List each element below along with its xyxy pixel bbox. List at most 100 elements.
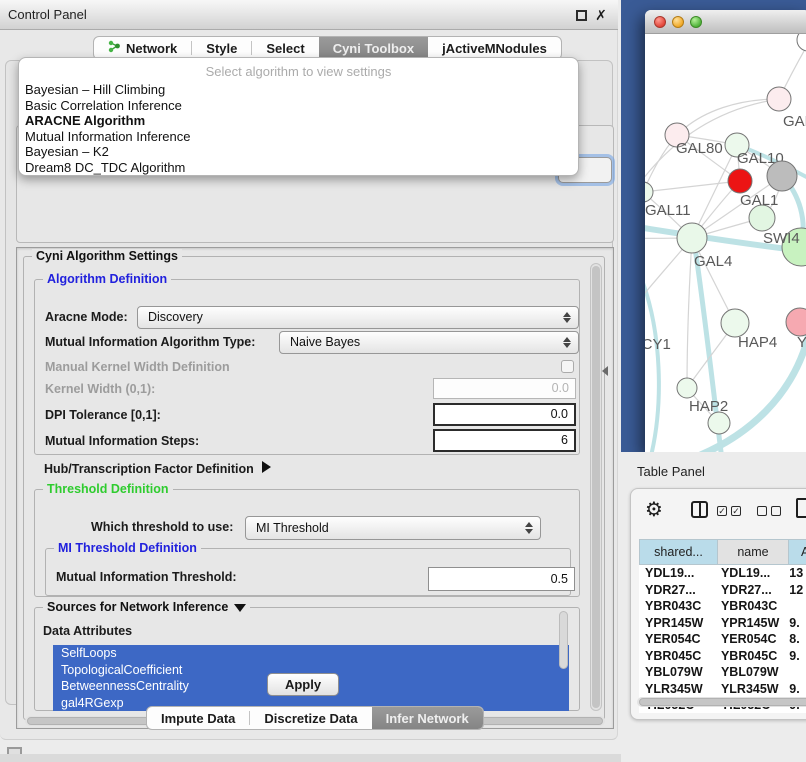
tab-label: jActiveMNodules xyxy=(442,41,547,56)
table-row[interactable]: YER054CYER054C8. xyxy=(639,631,806,648)
table-row[interactable]: YBR045CYBR045C9. xyxy=(639,648,806,665)
tab-cyni-toolbox[interactable]: Cyni Toolbox xyxy=(319,37,428,59)
network-node-y[interactable] xyxy=(786,308,806,336)
network-node-label: GAL1 xyxy=(740,192,778,209)
apply-button[interactable]: Apply xyxy=(267,673,339,696)
mi-type-combobox[interactable]: Naive Bayes xyxy=(279,331,579,354)
table-row[interactable]: YLR345WYLR345W9. xyxy=(639,681,806,698)
network-node-label: GAL xyxy=(783,113,806,130)
table-cell: 13 xyxy=(783,565,806,582)
dropdown-item[interactable]: Mutual Information Inference xyxy=(19,129,578,145)
network-node-label: GAL4 xyxy=(694,253,732,270)
network-node-label: GCY1 xyxy=(645,336,671,353)
attributes-scrollbar[interactable] xyxy=(559,611,568,669)
tab-style[interactable]: Style xyxy=(192,37,251,59)
table-row[interactable]: YPR145WYPR145W9. xyxy=(639,615,806,632)
table-row[interactable]: YBL079WYBL079W xyxy=(639,664,806,681)
column-header[interactable]: shared... xyxy=(639,539,718,565)
table-row[interactable]: YBR043CYBR043C xyxy=(639,598,806,615)
column-header[interactable]: A xyxy=(789,539,806,565)
mi-type-value: Naive Bayes xyxy=(290,335,360,349)
aracne-mode-combobox[interactable]: Discovery xyxy=(137,306,579,329)
table-row[interactable]: YDL19...YDL19...13 xyxy=(639,565,806,582)
collapse-arrow-icon xyxy=(234,604,246,612)
attribute-list-item[interactable]: SelfLoops xyxy=(53,645,569,662)
tab-impute-data[interactable]: Impute Data xyxy=(147,707,249,729)
algorithm-dropdown: Select algorithm to view settings Bayesi… xyxy=(18,57,579,176)
minimize-traffic-light-icon[interactable] xyxy=(672,16,684,28)
network-node[interactable] xyxy=(708,412,730,434)
settings-scroll-pane: Cyni Algorithm Settings Algorithm Defini… xyxy=(16,247,614,729)
tab-label: Impute Data xyxy=(161,711,235,726)
tab-jactivemnodules[interactable]: jActiveMNodules xyxy=(428,37,561,59)
table-cell: 12 xyxy=(783,582,806,599)
mi-threshold-field[interactable]: 0.5 xyxy=(428,567,575,591)
restore-window-icon[interactable] xyxy=(576,10,587,21)
table-body: YDL19...YDL19...13YDR27...YDR27...12YBR0… xyxy=(639,565,806,713)
table-panel: Table Panel ⚙ ✓ ✓ shared...nameA YDL19..… xyxy=(621,452,806,762)
mi-threshold-label: Mutual Information Threshold: xyxy=(56,570,237,584)
network-node[interactable] xyxy=(767,161,797,191)
tab-label: Infer Network xyxy=(386,711,469,726)
table-cell: YDR27... xyxy=(715,582,783,599)
network-node-hap2[interactable] xyxy=(677,378,697,398)
dpi-tolerance-field[interactable]: 0.0 xyxy=(433,403,576,426)
zoom-traffic-light-icon[interactable] xyxy=(690,16,702,28)
mi-threshold-group-title: MI Threshold Definition xyxy=(54,541,201,556)
table-horizontal-scrollbar[interactable] xyxy=(637,697,806,707)
tab-discretize-data[interactable]: Discretize Data xyxy=(250,707,371,729)
which-threshold-combobox[interactable]: MI Threshold xyxy=(245,516,541,540)
network-node-hap4[interactable] xyxy=(721,309,749,337)
sources-title-row[interactable]: Sources for Network Inference xyxy=(43,600,250,615)
threshold-definition-title: Threshold Definition xyxy=(43,482,173,497)
split-pane-collapse-icon[interactable] xyxy=(602,366,608,376)
tab-label: Style xyxy=(206,41,237,56)
network-view-panel: GALGAL80GAL10GAL1GAL11SWI4GAL4GCY1HAP4YH… xyxy=(621,0,806,452)
deselect-all-icon[interactable] xyxy=(757,506,767,516)
kernel-width-field[interactable]: 0.0 xyxy=(433,378,576,399)
dropdown-item[interactable]: Dream8 DC_TDC Algorithm xyxy=(19,160,578,176)
column-header[interactable]: name xyxy=(718,539,789,565)
network-node-label: HAP4 xyxy=(738,334,777,351)
network-node-gal4[interactable] xyxy=(677,223,707,253)
deselect-all-icon[interactable] xyxy=(771,506,781,516)
table-cell: YDL19... xyxy=(715,565,783,582)
column-layout-icon[interactable] xyxy=(691,501,708,518)
network-node-label: SWI4 xyxy=(763,230,800,247)
table-cell: YLR345W xyxy=(639,681,715,698)
network-node-label: Y xyxy=(797,334,806,351)
network-node[interactable] xyxy=(797,34,806,51)
data-attributes-label: Data Attributes xyxy=(43,624,132,638)
mi-steps-field[interactable]: 6 xyxy=(433,429,576,452)
network-canvas[interactable]: GALGAL80GAL10GAL1GAL11SWI4GAL4GCY1HAP4YH… xyxy=(645,34,806,452)
select-all-icon[interactable]: ✓ xyxy=(731,506,741,516)
network-node[interactable] xyxy=(728,169,752,193)
tab-network[interactable]: Network xyxy=(94,37,191,59)
table-settings-gear-icon[interactable]: ⚙ xyxy=(645,497,663,523)
control-panel-titlebar: Control Panel ✗ xyxy=(0,0,618,30)
mi-steps-label: Mutual Information Steps: xyxy=(45,434,199,448)
network-node-gal[interactable] xyxy=(767,87,791,111)
select-all-icon[interactable]: ✓ xyxy=(717,506,727,516)
settings-vertical-scrollbar[interactable] xyxy=(590,263,602,711)
tab-infer-network[interactable]: Infer Network xyxy=(372,707,483,729)
hub-definition-toggle[interactable]: Hub/Transcription Factor Definition xyxy=(44,460,271,478)
dropdown-item[interactable]: Basic Correlation Inference xyxy=(19,98,578,114)
network-window: GALGAL80GAL10GAL1GAL11SWI4GAL4GCY1HAP4YH… xyxy=(645,10,806,452)
table-row[interactable]: YDR27...YDR27...12 xyxy=(639,582,806,599)
dropdown-item[interactable]: Bayesian – Hill Climbing xyxy=(19,82,578,98)
network-node-gal11[interactable] xyxy=(645,182,653,202)
manual-kernel-checkbox[interactable] xyxy=(561,360,574,373)
export-table-icon[interactable] xyxy=(796,498,806,518)
close-traffic-light-icon[interactable] xyxy=(654,16,666,28)
control-panel-bottom-tabs: Impute Data Discretize Data Infer Network xyxy=(146,706,484,730)
tab-select[interactable]: Select xyxy=(252,37,318,59)
dropdown-item[interactable]: Bayesian – K2 xyxy=(19,144,578,160)
dropdown-item[interactable]: ARACNE Algorithm xyxy=(19,113,578,129)
expand-arrow-icon xyxy=(262,461,271,473)
network-window-titlebar[interactable] xyxy=(645,10,806,34)
control-panel: Control Panel ✗ Network Style Select Cyni T… xyxy=(0,0,618,740)
close-window-icon[interactable]: ✗ xyxy=(592,5,610,25)
tab-label: Select xyxy=(266,41,304,56)
table-cell: YDL19... xyxy=(639,565,715,582)
